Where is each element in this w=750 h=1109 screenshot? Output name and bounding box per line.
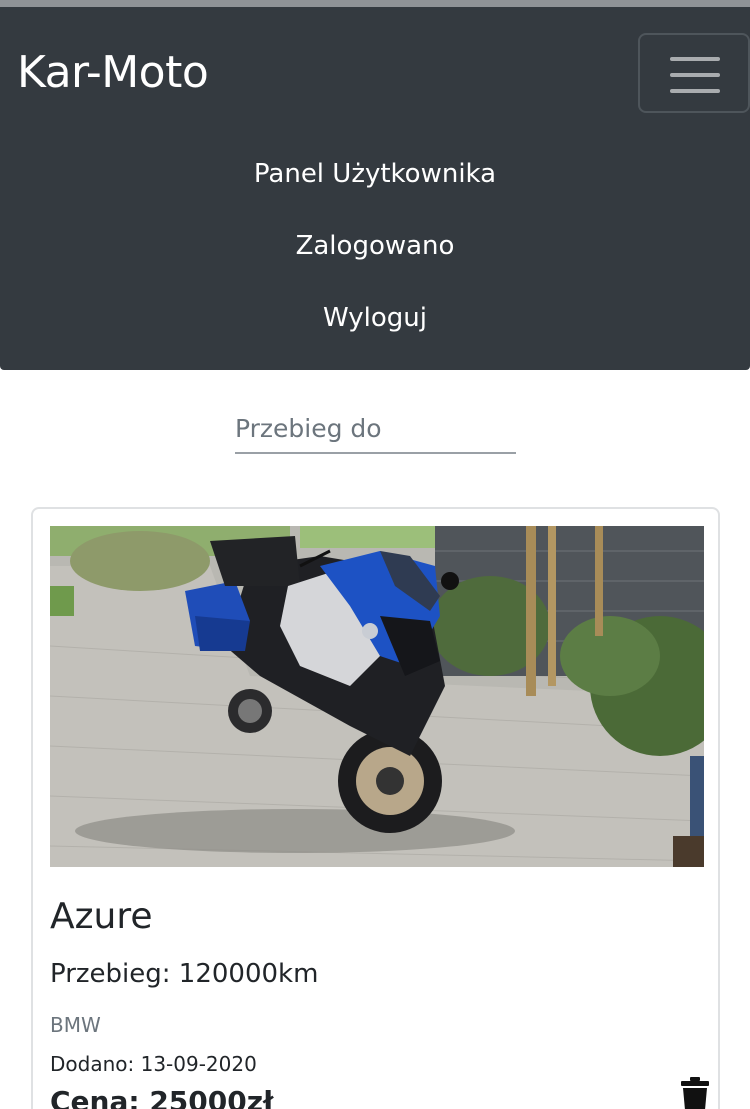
listing-title: Azure — [50, 896, 153, 937]
brand-logo[interactable]: Kar-Moto — [17, 47, 209, 99]
listing-price: Cena: 25000zł — [50, 1085, 274, 1109]
listing-mileage: Przebieg: 120000km — [50, 959, 319, 989]
nav-link-user-panel[interactable]: Panel Użytkownika — [0, 158, 750, 190]
trash-icon — [681, 1077, 709, 1109]
navbar: Kar-Moto Panel Użytkownika Zalogowano Wy… — [0, 7, 750, 370]
nav-link-logout[interactable]: Wyloguj — [0, 302, 750, 334]
listing-make: BMW — [50, 1013, 101, 1037]
top-strip — [0, 0, 750, 7]
navbar-toggler-button[interactable] — [638, 33, 750, 113]
mileage-filter — [235, 406, 516, 454]
nav-link-logged-in[interactable]: Zalogowano — [0, 230, 750, 262]
motorcycle-photo — [50, 526, 704, 867]
hamburger-menu-icon — [670, 57, 720, 93]
delete-listing-button[interactable] — [681, 1077, 709, 1109]
listing-card: Azure Przebieg: 120000km BMW Dodano: 13-… — [31, 507, 720, 1109]
listing-date-added: Dodano: 13-09-2020 — [50, 1052, 257, 1076]
mileage-filter-input[interactable] — [235, 406, 516, 450]
